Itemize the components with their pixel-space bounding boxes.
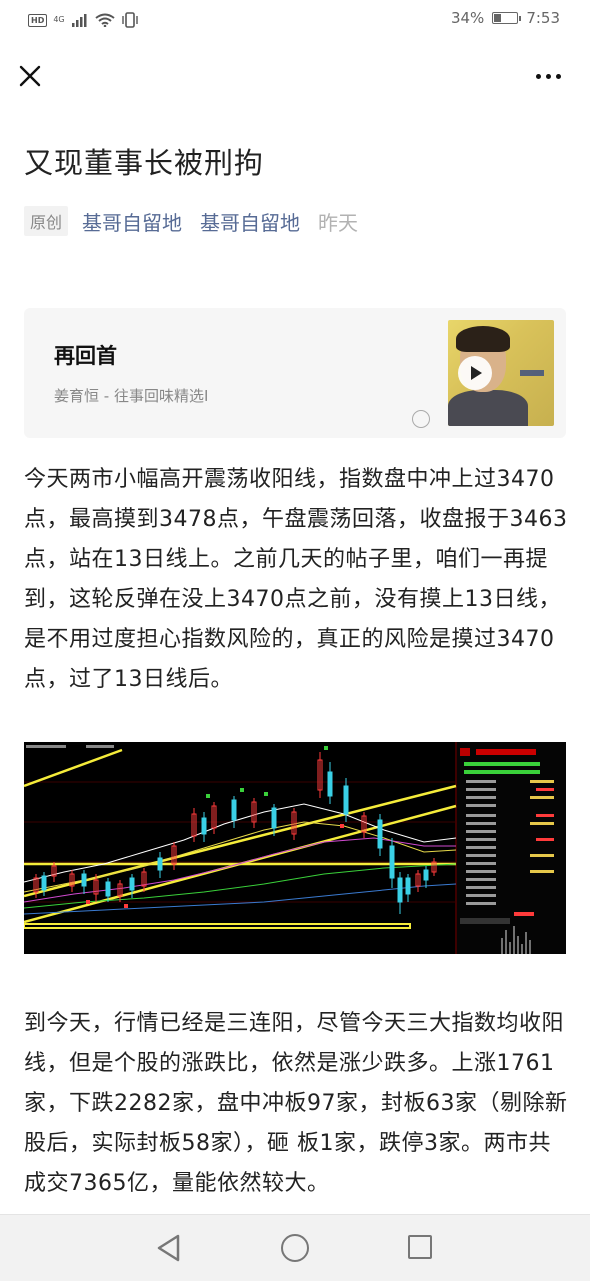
candlestick-chart-graphic (24, 742, 566, 954)
cover-body (448, 390, 528, 426)
battery-icon (492, 12, 522, 24)
system-navigation-bar (0, 1214, 590, 1281)
signal-icon (71, 14, 87, 27)
play-icon[interactable] (458, 356, 492, 390)
clock: 7:53 (526, 9, 560, 27)
cover-hair (456, 326, 510, 352)
status-right: 34% 7:53 (451, 9, 560, 27)
more-icon (536, 74, 541, 79)
home-circle-icon[interactable] (281, 1234, 309, 1262)
music-title: 再回首 (54, 344, 117, 368)
account-link[interactable]: 基哥自留地 (200, 207, 300, 236)
top-bar (0, 50, 590, 106)
network-type: 4G (53, 15, 65, 24)
battery-level (494, 14, 502, 22)
back-triangle-icon (157, 1234, 180, 1262)
wifi-icon (95, 13, 115, 27)
article-paragraph-2: 到今天，行情已经是三连阳，尽管今天三大指数均收阳线，但是个股的涨跌比，依然是涨少… (24, 1011, 568, 1196)
article-meta: 原创 基哥自留地 基哥自留地 昨天 (24, 206, 358, 236)
vibrate-icon (121, 12, 138, 28)
more-icon-dot (556, 74, 561, 79)
status-bar: HD 4G 34% 7:53 (0, 0, 590, 42)
battery-percent: 34% (450, 9, 485, 27)
close-icon (19, 65, 41, 87)
original-tag: 原创 (24, 206, 69, 236)
recent-square-icon[interactable] (408, 1235, 432, 1259)
more-button[interactable] (532, 66, 566, 86)
more-icon-dot (546, 74, 551, 79)
music-logo-icon (412, 410, 430, 428)
back-button[interactable] (156, 1233, 182, 1263)
stock-chart-image (24, 742, 566, 954)
article-paragraph-1: 今天两市小幅高开震荡收阳线，指数盘中冲上过3470点，最高摸到3478点，午盘震… (24, 467, 568, 692)
close-button[interactable] (14, 60, 46, 92)
publish-date: 昨天 (318, 210, 359, 235)
cover-text (520, 370, 544, 376)
author-link[interactable]: 基哥自留地 (82, 207, 182, 236)
status-left: HD 4G (28, 10, 139, 30)
music-subtitle: 姜育恒 - 往事回味精选I (54, 387, 209, 405)
hd-badge: HD (28, 13, 48, 27)
article-title: 又现董事长被刑拘 (24, 146, 265, 180)
